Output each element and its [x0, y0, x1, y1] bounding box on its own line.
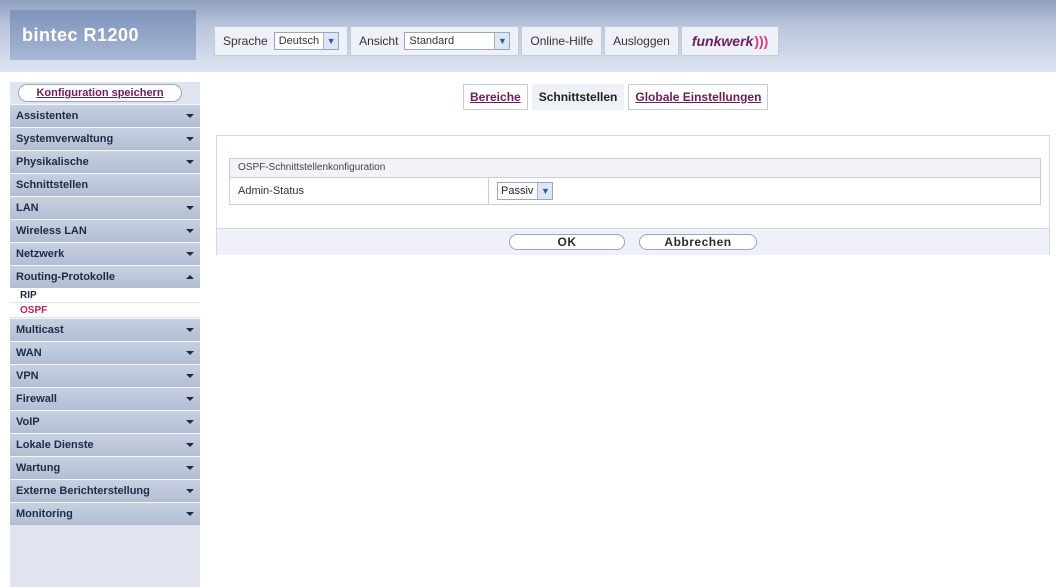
chevron-down-icon: ▼ — [537, 183, 553, 199]
chevron-up-icon — [186, 274, 194, 279]
sidebar-item-label: Routing-Protokolle — [16, 270, 115, 283]
view-select[interactable]: Standard ▼ — [404, 32, 511, 50]
chevron-down-icon — [186, 373, 194, 378]
sidebar-item-schnittstellen[interactable]: Schnittstellen — [10, 173, 200, 196]
sidebar-item-label: LAN — [16, 201, 39, 214]
sidebar-item-label: VoIP — [16, 415, 40, 428]
sidebar-item-label: Lokale Dienste — [16, 438, 94, 451]
chevron-down-icon — [186, 205, 194, 210]
language-control: Sprache Deutsch ▼ — [214, 26, 349, 56]
sidebar-item-vpn[interactable]: VPN — [10, 364, 200, 387]
sidebar-item-label: Multicast — [16, 323, 64, 336]
sidebar-subitem-ospf[interactable]: OSPF — [10, 303, 200, 318]
chevron-down-icon — [186, 442, 194, 447]
sidebar-item-lokale-dienste[interactable]: Lokale Dienste — [10, 433, 200, 456]
chevron-down-icon — [186, 327, 194, 332]
sidebar-item-label: Netzwerk — [16, 247, 65, 260]
language-select[interactable]: Deutsch ▼ — [273, 32, 340, 50]
sidebar-item-label: Schnittstellen — [16, 178, 89, 191]
language-label: Sprache — [223, 34, 268, 48]
sidebar-item-label: Externe Berichterstellung — [16, 484, 150, 497]
admin-status-value: Passiv — [501, 185, 534, 197]
sidebar-item-routing-protokolle[interactable]: Routing-Protokolle — [10, 265, 200, 288]
logo-mark: ))) — [754, 33, 769, 49]
sidebar-item-wartung[interactable]: Wartung — [10, 456, 200, 479]
chevron-down-icon: ▼ — [323, 33, 339, 49]
chevron-down-icon — [186, 251, 194, 256]
sidebar-item-label: Assistenten — [16, 109, 79, 122]
sidebar-item-wireless-lan[interactable]: Wireless LAN — [10, 219, 200, 242]
view-select-value: Standard — [409, 35, 455, 47]
nav-list: Assistenten Systemverwaltung Physikalische… — [10, 104, 200, 525]
sidebar-subitem-rip[interactable]: RIP — [10, 288, 200, 303]
chevron-down-icon — [186, 465, 194, 470]
sidebar-item-label: Wartung — [16, 461, 61, 474]
sidebar-item-label: Wireless LAN — [16, 224, 87, 237]
form-section-title: OSPF-Schnittstellenkonfiguration — [230, 159, 1040, 178]
chevron-down-icon — [186, 488, 194, 493]
chevron-down-icon — [186, 419, 194, 424]
sidebar-item-label: VPN — [16, 369, 39, 382]
tab-bar: Bereiche Schnittstellen Globale Einstell… — [463, 84, 769, 110]
sidebar-item-label: WAN — [16, 346, 42, 359]
cancel-button[interactable]: Abbrechen — [639, 234, 757, 250]
brand-title: bintec R1200 — [10, 10, 196, 60]
logo-text: funkwerk — [691, 33, 754, 49]
sidebar-item-externe-berichterstellung[interactable]: Externe Berichterstellung — [10, 479, 200, 502]
tab-bereiche[interactable]: Bereiche — [463, 84, 528, 110]
sidebar-item-lan[interactable]: LAN — [10, 196, 200, 219]
sidebar-item-firewall[interactable]: Firewall — [10, 387, 200, 410]
chevron-down-icon — [186, 159, 194, 164]
config-panel: OSPF-Schnittstellenkonfiguration Admin-S… — [216, 135, 1050, 255]
sidebar-item-physikalische[interactable]: Physikalische — [10, 150, 200, 173]
view-control: Ansicht Standard ▼ — [350, 26, 520, 56]
save-configuration-button[interactable]: Konfiguration speichern — [18, 84, 182, 102]
funkwerk-logo: funkwerk ))) — [680, 26, 780, 56]
view-label: Ansicht — [359, 34, 399, 48]
sidebar-item-voip[interactable]: VoIP — [10, 410, 200, 433]
admin-status-select[interactable]: Passiv ▼ — [497, 182, 554, 200]
chevron-down-icon — [186, 228, 194, 233]
sidebar-item-label: Monitoring — [16, 507, 73, 520]
chevron-down-icon — [186, 113, 194, 118]
language-select-value: Deutsch — [278, 35, 320, 47]
top-toolbar: Sprache Deutsch ▼ Ansicht Standard ▼ Onl… — [214, 26, 914, 56]
admin-status-cell: Passiv ▼ — [489, 178, 1040, 204]
logout-link[interactable]: Ausloggen — [604, 26, 679, 56]
ok-button[interactable]: OK — [509, 234, 625, 250]
chevron-down-icon — [186, 136, 194, 141]
tab-globale-einstellungen[interactable]: Globale Einstellungen — [628, 84, 769, 110]
button-bar: OK Abbrechen — [217, 228, 1049, 255]
sidebar-item-label: Physikalische — [16, 155, 89, 168]
chevron-down-icon: ▼ — [494, 33, 510, 49]
tab-schnittstellen[interactable]: Schnittstellen — [531, 84, 625, 110]
sidebar-item-label: Systemverwaltung — [16, 132, 114, 145]
sidebar-nav: Konfiguration speichern Assistenten Syste… — [10, 82, 200, 587]
sidebar-item-monitoring[interactable]: Monitoring — [10, 502, 200, 525]
ospf-form: OSPF-Schnittstellenkonfiguration Admin-S… — [229, 158, 1041, 205]
sidebar-item-systemverwaltung[interactable]: Systemverwaltung — [10, 127, 200, 150]
sidebar-item-label: Firewall — [16, 392, 57, 405]
sidebar-item-wan[interactable]: WAN — [10, 341, 200, 364]
header-bar: bintec R1200 Sprache Deutsch ▼ Ansicht S… — [0, 0, 1056, 72]
online-help-link[interactable]: Online-Hilfe — [521, 26, 603, 56]
form-row-admin-status: Admin-Status Passiv ▼ — [230, 178, 1040, 204]
chevron-down-icon — [186, 350, 194, 355]
chevron-down-icon — [186, 511, 194, 516]
sidebar-item-netzwerk[interactable]: Netzwerk — [10, 242, 200, 265]
sidebar-item-multicast[interactable]: Multicast — [10, 318, 200, 341]
admin-status-label: Admin-Status — [230, 178, 489, 204]
chevron-down-icon — [186, 396, 194, 401]
sidebar-item-assistenten[interactable]: Assistenten — [10, 104, 200, 127]
